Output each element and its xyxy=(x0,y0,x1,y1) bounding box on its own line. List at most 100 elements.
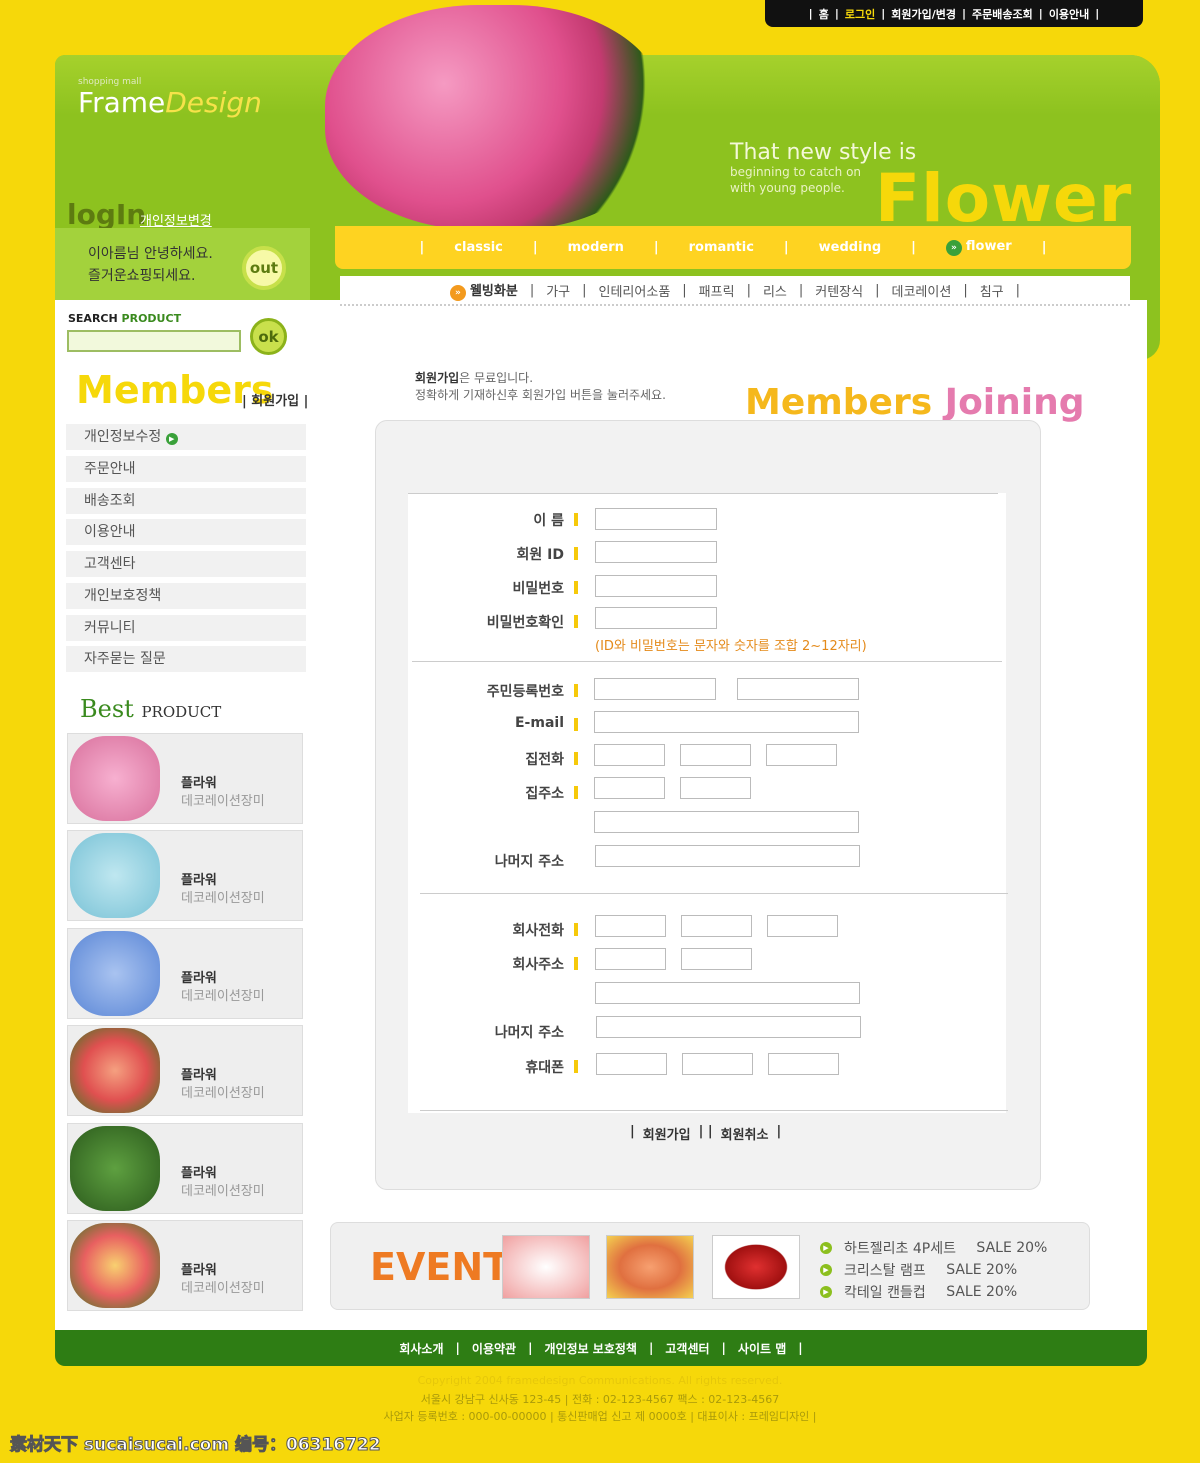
footer-link[interactable]: 회사소개 xyxy=(399,1340,443,1357)
product-card[interactable]: 플라워 데코레이션장미 xyxy=(67,830,303,921)
name-input[interactable] xyxy=(595,508,717,530)
phone-input-2[interactable] xyxy=(680,744,751,766)
company-address-input[interactable] xyxy=(595,982,860,1004)
mobile-input-3[interactable] xyxy=(768,1053,839,1075)
id-input[interactable] xyxy=(595,541,717,563)
label-id: 회원 ID xyxy=(408,544,578,564)
menu-item[interactable]: 주문안내 xyxy=(66,456,306,482)
product-card[interactable]: 플라워 데코레이션장미 xyxy=(67,1123,303,1214)
product-card[interactable]: 플라워 데코레이션장미 xyxy=(67,928,303,1019)
divider xyxy=(412,661,1002,662)
company-zip-input-1[interactable] xyxy=(595,948,666,970)
copyright: Copyright 2004 framedesign Communication… xyxy=(417,1374,783,1387)
product-image xyxy=(70,736,160,821)
cat-wedding[interactable]: wedding xyxy=(819,240,881,255)
phone-input-1[interactable] xyxy=(594,744,665,766)
subnav-item[interactable]: 리스 xyxy=(763,281,787,300)
subnav-item[interactable]: 침구 xyxy=(980,281,1004,300)
password-input[interactable] xyxy=(595,575,717,597)
zip-input-2[interactable] xyxy=(680,777,751,799)
company-phone-input-1[interactable] xyxy=(595,915,666,937)
address-rest-input[interactable] xyxy=(595,845,860,867)
nav-guide[interactable]: 이용안내 xyxy=(1049,6,1089,22)
nav-order[interactable]: 주문배송조회 xyxy=(972,6,1033,22)
cat-classic[interactable]: classic xyxy=(454,240,503,255)
cat-flower[interactable]: » flower xyxy=(945,239,1012,256)
arrow-icon: ▶ xyxy=(165,433,178,445)
cancel-button[interactable]: 회원취소 xyxy=(721,1124,769,1143)
address-input[interactable] xyxy=(594,811,859,833)
menu-item[interactable]: 자주묻는 질문 xyxy=(66,646,306,672)
event-item[interactable]: ▶ 하트젤리초 4P세트 SALE 20% xyxy=(820,1238,1047,1258)
event-item[interactable]: ▶ 크리스탈 램프 SALE 20% xyxy=(820,1260,1017,1280)
zip-input-1[interactable] xyxy=(594,777,665,799)
divider xyxy=(420,893,1008,894)
footer-link[interactable]: 고객센터 xyxy=(665,1340,709,1357)
footer-link[interactable]: 이용약관 xyxy=(472,1340,516,1357)
nav-home[interactable]: 홈 xyxy=(819,6,829,22)
subnav-item[interactable]: 커텐장식 xyxy=(815,281,863,300)
product-card[interactable]: 플라워 데코레이션장미 xyxy=(67,1220,303,1311)
label-company-address-rest: 나머지 주소 xyxy=(494,1025,564,1041)
company-phone-input-2[interactable] xyxy=(681,915,752,937)
product-card[interactable]: 플라워 데코레이션장미 xyxy=(67,733,303,824)
event-image-candle-cup[interactable] xyxy=(712,1235,800,1299)
tagline-sub: beginning to catch on with young people. xyxy=(730,165,862,195)
subnav-item[interactable]: 인테리어소품 xyxy=(599,281,671,300)
menu-item[interactable]: 이용안내 xyxy=(66,519,306,545)
menu-item[interactable]: 배송조회 xyxy=(66,488,306,514)
event-image-jelly-candles[interactable] xyxy=(502,1235,590,1299)
company-address-rest-input[interactable] xyxy=(596,1016,861,1038)
bullet-icon: ▶ xyxy=(820,1242,832,1254)
nav-join[interactable]: 회원가입/변경 xyxy=(891,6,956,22)
email-input[interactable] xyxy=(594,711,859,733)
best-product-title: Best PRODUCT xyxy=(80,695,222,723)
divider xyxy=(420,1110,1008,1111)
search-label: SEARCH PRODUCT xyxy=(68,312,182,325)
cat-romantic[interactable]: romantic xyxy=(689,240,754,255)
subnav-item[interactable]: 패프릭 xyxy=(699,281,735,300)
submit-button[interactable]: 회원가입 xyxy=(643,1124,691,1143)
search-input[interactable] xyxy=(67,330,241,352)
nav-login[interactable]: 로그인 xyxy=(845,6,875,22)
label-phone: 집전화 xyxy=(408,749,578,769)
label-ssn: 주민등록번호 xyxy=(408,681,578,701)
menu-item[interactable]: 개인정보수정 ▶ xyxy=(66,424,306,450)
product-card[interactable]: 플라워 데코레이션장미 xyxy=(67,1025,303,1116)
event-item[interactable]: ▶ 칵테일 캔들컵 SALE 20% xyxy=(820,1282,1017,1302)
label-company-phone: 회사전화 xyxy=(408,920,578,940)
ssn-input-1[interactable] xyxy=(594,678,716,700)
subnav-item[interactable]: 가구 xyxy=(546,281,570,300)
menu-item[interactable]: 고객센타 xyxy=(66,551,306,577)
company-address: 서울시 강남구 신사동 123-45 | 전화 : 02-123-4567 팩스… xyxy=(420,1393,780,1406)
business-info: 사업자 등록번호 : 000-00-00000 | 통신판매업 신고 제 000… xyxy=(383,1410,817,1423)
label-address-rest: 나머지 주소 xyxy=(494,854,564,870)
category-nav: | classic | modern | romantic | wedding | » fl… xyxy=(335,226,1131,269)
product-image xyxy=(70,1126,160,1211)
menu-item[interactable]: 커뮤니티 xyxy=(66,615,306,641)
password-confirm-input[interactable] xyxy=(595,607,717,629)
event-image-lamp[interactable] xyxy=(606,1235,694,1299)
subnav-item[interactable]: » 웰빙화분 xyxy=(449,280,518,301)
edit-profile-link[interactable]: 개인정보변경 xyxy=(140,210,212,229)
company-zip-input-2[interactable] xyxy=(681,948,752,970)
mobile-input-1[interactable] xyxy=(596,1053,667,1075)
logout-button[interactable]: out xyxy=(242,246,286,290)
ssn-input-2[interactable] xyxy=(737,678,859,700)
mobile-input-2[interactable] xyxy=(682,1053,753,1075)
footer-link[interactable]: 개인정보 보호정책 xyxy=(544,1340,637,1357)
phone-input-3[interactable] xyxy=(766,744,837,766)
logo[interactable]: FrameDesign xyxy=(78,86,262,119)
password-hint: (ID와 비밀번호는 문자와 숫자를 조합 2~12자리) xyxy=(595,639,867,654)
login-title: logIn xyxy=(67,198,147,231)
footer-link[interactable]: 사이트 맵 xyxy=(738,1340,786,1357)
label-email: E-mail xyxy=(408,715,578,731)
cat-modern[interactable]: modern xyxy=(568,240,624,255)
company-phone-input-3[interactable] xyxy=(767,915,838,937)
search-ok-button[interactable]: ok xyxy=(250,318,287,355)
product-image xyxy=(70,931,160,1016)
menu-item[interactable]: 개인보호정책 xyxy=(66,583,306,609)
subnav-item[interactable]: 데코레이션 xyxy=(892,281,952,300)
divider xyxy=(408,493,998,494)
product-image xyxy=(70,1223,160,1308)
